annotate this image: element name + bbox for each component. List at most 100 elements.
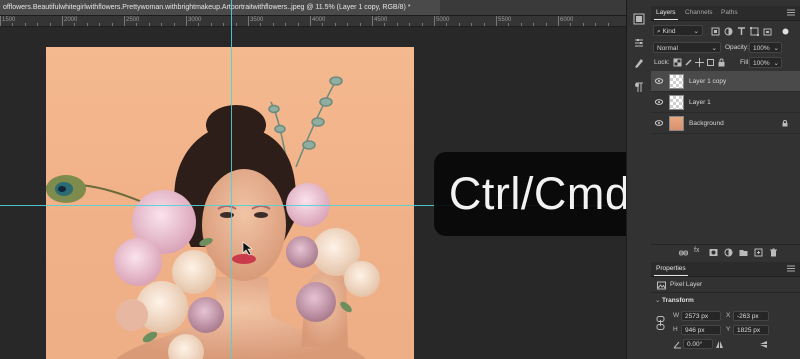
new-group-icon[interactable] [739, 248, 748, 257]
width-field[interactable]: 2573 px [681, 311, 721, 321]
angle-icon [673, 340, 682, 349]
layer-name[interactable]: Layer 1 copy [689, 71, 726, 92]
ruler-tick [310, 16, 311, 26]
layer-row[interactable]: Layer 1 [651, 92, 800, 113]
panel-menu-icon[interactable] [787, 265, 795, 274]
add-mask-icon[interactable] [709, 248, 718, 257]
ruler-tick [582, 23, 584, 26]
width-value: 2573 px [685, 313, 709, 320]
filter-type-icon[interactable] [737, 27, 746, 36]
ruler-tick [372, 16, 373, 26]
vertical-guide[interactable] [231, 0, 232, 359]
ruler-tick [347, 23, 349, 26]
search-icon: ⌕ [657, 28, 661, 35]
ruler-tick [124, 16, 125, 26]
delete-layer-icon[interactable] [769, 248, 778, 257]
link-layers-icon[interactable] [679, 248, 688, 257]
ruler-tick [458, 23, 460, 26]
ruler-tick [384, 23, 386, 26]
tab-layers[interactable]: Layers [654, 6, 677, 20]
history-icon[interactable] [632, 12, 646, 26]
horizontal-ruler[interactable]: 1500 2000 2500 3000 3500 4000 4500 5000 5500 6000 [0, 16, 626, 27]
height-field[interactable]: 946 px [681, 325, 721, 335]
ruler-tick [210, 23, 212, 26]
tab-paths[interactable]: Paths [721, 6, 738, 20]
fill-field[interactable]: 100% ⌄ [749, 57, 782, 68]
document-canvas[interactable] [46, 47, 414, 359]
chevron-down-icon: ⌄ [655, 297, 661, 304]
ruler-tick [396, 23, 398, 26]
ruler-tick [74, 23, 76, 26]
document-tab[interactable]: offlowers.Beautifulwhitegirlwithflowers.… [0, 0, 440, 15]
layer-name[interactable]: Background [689, 113, 724, 134]
opacity-value: 100% [753, 45, 770, 52]
filter-smart-object-icon[interactable] [763, 27, 772, 36]
lock-position-icon[interactable] [695, 58, 704, 67]
filter-kind-dropdown[interactable]: ⌕ Kind ⌄ [653, 25, 703, 36]
chevron-down-icon: ⌄ [773, 60, 779, 67]
ruler-tick [260, 23, 262, 26]
x-label: X [726, 312, 731, 319]
eye-icon[interactable] [654, 99, 664, 105]
lock-all-icon[interactable] [717, 58, 726, 67]
layer-row[interactable]: Layer 1 copy [651, 71, 800, 92]
lock-pixels-icon[interactable] [684, 58, 693, 67]
filter-toggle-icon[interactable] [781, 27, 790, 36]
filter-pixel-icon[interactable] [711, 27, 720, 36]
layer-name[interactable]: Layer 1 [689, 92, 711, 113]
ruler-tick [508, 23, 510, 26]
lock-label: Lock: [654, 59, 670, 66]
chevron-down-icon: ⌄ [711, 45, 717, 52]
portrait-image [46, 76, 380, 359]
y-value: 1825 px [737, 327, 761, 334]
new-layer-icon[interactable] [754, 248, 763, 257]
ruler-tick [272, 23, 274, 26]
ruler-tick [99, 23, 101, 26]
tab-channels[interactable]: Channels [685, 6, 712, 20]
adjustments-icon[interactable] [632, 36, 646, 50]
paragraph-icon[interactable] [632, 80, 646, 94]
x-field[interactable]: -263 px [733, 311, 769, 321]
tab-properties[interactable]: Properties [654, 262, 688, 276]
y-label: Y [726, 326, 731, 333]
lock-transparent-icon[interactable] [673, 58, 682, 67]
opacity-label: Opacity: [725, 44, 749, 51]
filter-shape-icon[interactable] [750, 27, 759, 36]
ruler-tick [62, 16, 63, 26]
ruler-tick [607, 23, 609, 26]
layer-row[interactable]: Background [651, 113, 800, 134]
properties-kind: Pixel Layer [670, 281, 703, 288]
link-dimensions-icon[interactable] [656, 316, 665, 330]
lock-artboard-icon[interactable] [706, 58, 715, 67]
ruler-tick [37, 23, 39, 26]
filter-adjustment-icon[interactable] [724, 27, 733, 36]
layer-style-icon[interactable]: fx [694, 247, 703, 256]
angle-field[interactable]: 0.00° [683, 339, 713, 349]
ruler-tick [49, 23, 51, 26]
document-tab-title: offlowers.Beautifulwhitegirlwithflowers.… [3, 4, 411, 11]
transform-section-header[interactable]: ⌄ Transform [651, 295, 800, 307]
ruler-tick [148, 23, 150, 26]
y-field[interactable]: 1825 px [733, 325, 769, 335]
eye-icon[interactable] [654, 78, 664, 84]
ruler-tick [198, 23, 200, 26]
properties-panel-tabs: Properties [651, 262, 800, 277]
filter-kind-value: Kind [662, 28, 676, 35]
ruler-tick [111, 23, 113, 26]
flip-horizontal-icon[interactable] [715, 340, 724, 349]
ruler-tick [421, 23, 423, 26]
panel-menu-icon[interactable] [787, 9, 795, 18]
adjustment-layer-icon[interactable] [724, 248, 733, 257]
lock-icon[interactable] [782, 120, 788, 127]
ruler-tick [161, 23, 163, 26]
flip-vertical-icon[interactable] [759, 340, 768, 349]
ruler-tick [223, 23, 225, 26]
eye-icon[interactable] [654, 120, 664, 126]
ruler-tick [533, 23, 535, 26]
brush-settings-icon[interactable] [632, 56, 646, 70]
opacity-field[interactable]: 100% ⌄ [749, 42, 782, 53]
blend-mode-dropdown[interactable]: Normal ⌄ [653, 42, 721, 53]
ruler-tick [86, 23, 88, 26]
ruler-tick [297, 23, 299, 26]
layers-footer: fx [651, 244, 800, 259]
